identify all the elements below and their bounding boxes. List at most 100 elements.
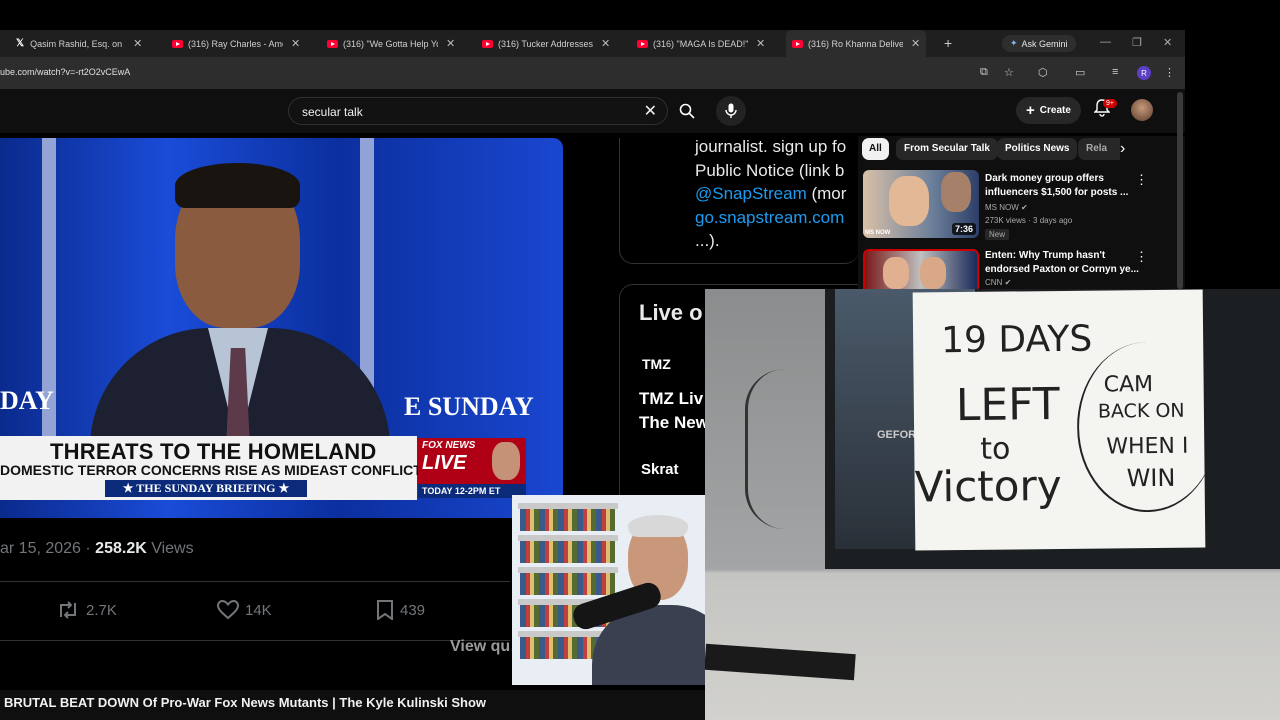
new-badge: New	[985, 229, 1010, 240]
sign-line: 19 DAYS	[940, 318, 1093, 362]
tab-close-icon[interactable]: ✕	[601, 37, 610, 50]
chip-from-secular-talk[interactable]: From Secular Talk	[896, 138, 998, 160]
x-logo-icon: 𝕏	[16, 38, 25, 49]
bio-line: journalist. sign up fo	[695, 137, 847, 156]
thumbnail-face	[883, 257, 909, 289]
tab-close-icon[interactable]: ✕	[911, 37, 920, 50]
browser-tab-active[interactable]: (316) Ro Khanna Delivers BR ✕	[786, 30, 927, 57]
sign-line: LEFT	[955, 378, 1060, 432]
bio-line: Public Notice (link b	[695, 160, 845, 180]
view-quotes-link[interactable]: View qu	[450, 638, 510, 656]
live-heading: Live o	[639, 300, 703, 325]
retweet-count: 2.7K	[86, 601, 117, 619]
recommendation-item[interactable]: Enten: Why Trump hasn't endorsed Paxton …	[863, 249, 1183, 289]
bookmark-star-icon[interactable]: ☆	[1004, 66, 1014, 79]
browser-tab[interactable]: (316) Tucker Addresses Accu ✕	[482, 30, 610, 57]
browser-tab[interactable]: (316) Ray Charles - America ✕	[172, 30, 300, 57]
video-thumbnail: MS NOW 7:36	[863, 170, 979, 238]
tmz-title-line: TMZ Liv	[639, 389, 704, 408]
tmz-account[interactable]: TMZ	[642, 356, 671, 372]
snapstream-mention-link[interactable]: @SnapStream	[695, 184, 807, 203]
tmz-live-title[interactable]: TMZ Liv The New	[639, 387, 709, 435]
search-input[interactable]: secular talk	[302, 105, 363, 119]
host-hair	[628, 515, 688, 537]
snapstream-url-link[interactable]: go.snapstream.com	[695, 206, 846, 230]
browser-tab-strip: 𝕏 Qasim Rashid, Esq. on X: "A ✕ (316) Ra…	[0, 30, 1185, 57]
tab-close-icon[interactable]: ✕	[446, 37, 455, 50]
chip-all[interactable]: All	[862, 138, 889, 160]
cast-icon[interactable]: ▭	[1075, 66, 1085, 79]
retweet-button[interactable]: 2.7K	[56, 600, 117, 620]
video-player-frame[interactable]: DAY E SUNDAY THREATS TO THE HOMELAND DOM…	[0, 138, 563, 518]
rec-channel: CNN ✔	[985, 278, 1011, 287]
tab-close-icon[interactable]: ✕	[291, 37, 300, 50]
gemini-sparkle-icon: ✦	[1010, 38, 1018, 48]
rec-title-line: influencers $1,500 for posts ...	[985, 187, 1129, 198]
account-avatar[interactable]	[1131, 99, 1153, 121]
tab-close-icon[interactable]: ✕	[133, 37, 142, 50]
extensions-icon[interactable]: ⬡	[1038, 66, 1048, 79]
like-count: 14K	[245, 601, 272, 619]
hair	[175, 163, 300, 208]
minimize-icon[interactable]: —	[1100, 36, 1111, 48]
sign-side-line: CAM	[1103, 372, 1154, 398]
rec-more-icon[interactable]: ⋮	[1135, 172, 1148, 188]
thumbnail-face	[920, 257, 946, 289]
skrat-account[interactable]: Skrat	[641, 461, 679, 478]
search-button[interactable]	[668, 97, 706, 125]
verified-check-icon: ✔	[1021, 203, 1028, 212]
youtube-favicon-icon	[637, 39, 648, 48]
host-webcam-overlay	[512, 495, 705, 685]
search-icon	[679, 103, 695, 119]
microphone-icon	[725, 103, 737, 118]
bookmark-button[interactable]: 439	[376, 600, 425, 620]
create-button[interactable]: + Create	[1016, 97, 1081, 124]
tab-close-icon[interactable]: ✕	[756, 37, 765, 50]
clear-search-icon[interactable]: ✕	[644, 101, 657, 121]
books	[520, 573, 615, 595]
tweet-bio-text: journalist. sign up fo Public Notice (li…	[695, 135, 846, 253]
new-tab-button[interactable]: +	[944, 35, 952, 51]
youtube-header: secular talk ✕ + Create 9+	[0, 89, 1185, 133]
retweet-icon	[60, 601, 76, 619]
window-close-icon[interactable]: ✕	[1163, 36, 1172, 49]
profile-avatar[interactable]: R	[1137, 66, 1151, 80]
rec-meta: 273K views · 3 days ago	[985, 216, 1073, 225]
browser-tab[interactable]: 𝕏 Qasim Rashid, Esq. on X: "A ✕	[16, 30, 142, 57]
plus-icon: +	[1026, 102, 1035, 119]
bio-ellipsis: ...).	[695, 231, 720, 250]
recommendation-item[interactable]: MS NOW 7:36 Dark money group offers infl…	[863, 170, 1183, 242]
like-button[interactable]: 14K	[217, 600, 272, 620]
gemini-label: Ask Gemini	[1021, 38, 1068, 49]
media-controls-icon[interactable]: ≡	[1112, 66, 1118, 78]
browser-tab[interactable]: (316) "We Gotta Help You W ✕	[327, 30, 455, 57]
video-thumbnail	[863, 249, 979, 289]
video-title: BRUTAL BEAT DOWN Of Pro-War Fox News Mut…	[0, 690, 705, 720]
chevron-right-icon[interactable]: ›	[1120, 140, 1125, 158]
bio-text: (mor	[806, 184, 847, 203]
search-box[interactable]: secular talk ✕	[288, 97, 668, 125]
sign-line: Victory	[914, 460, 1062, 512]
network-name: FOX NEWS	[422, 440, 476, 451]
notification-count-badge: 9+	[1103, 99, 1117, 108]
desk-webcam-overlay: GEFORCE R 19 DAYS LEFT to Victory CAM BA…	[705, 289, 1280, 720]
chip-politics-news[interactable]: Politics News	[997, 138, 1078, 160]
restore-icon[interactable]: ❐	[1132, 36, 1142, 49]
install-app-icon[interactable]: ⧉	[980, 66, 988, 79]
browser-tab[interactable]: (316) "MAGA Is DEAD!" Cam ✕	[637, 30, 765, 57]
youtube-favicon-icon	[792, 39, 803, 48]
rec-more-icon[interactable]: ⋮	[1135, 249, 1148, 265]
url-field[interactable]: ube.com/watch?v=-rt2O2vCEwA	[0, 67, 130, 77]
kebab-menu-icon[interactable]: ⋮	[1164, 66, 1175, 79]
ask-gemini-button[interactable]: ✦ Ask Gemini	[1002, 35, 1076, 52]
interviewee-figure	[90, 158, 390, 488]
page-scrollbar[interactable]	[1177, 92, 1183, 289]
tab-label: (316) Tucker Addresses Accu	[498, 38, 593, 49]
verified-check-icon: ✔	[1004, 278, 1012, 287]
rec-title-line: Dark money group offers	[985, 173, 1104, 184]
tab-label: (316) Ray Charles - America	[188, 38, 283, 49]
voice-search-button[interactable]	[716, 96, 746, 126]
sign-side-line: WHEN I	[1106, 433, 1189, 460]
books	[520, 541, 615, 563]
chip-related[interactable]: Rela	[1078, 138, 1120, 160]
